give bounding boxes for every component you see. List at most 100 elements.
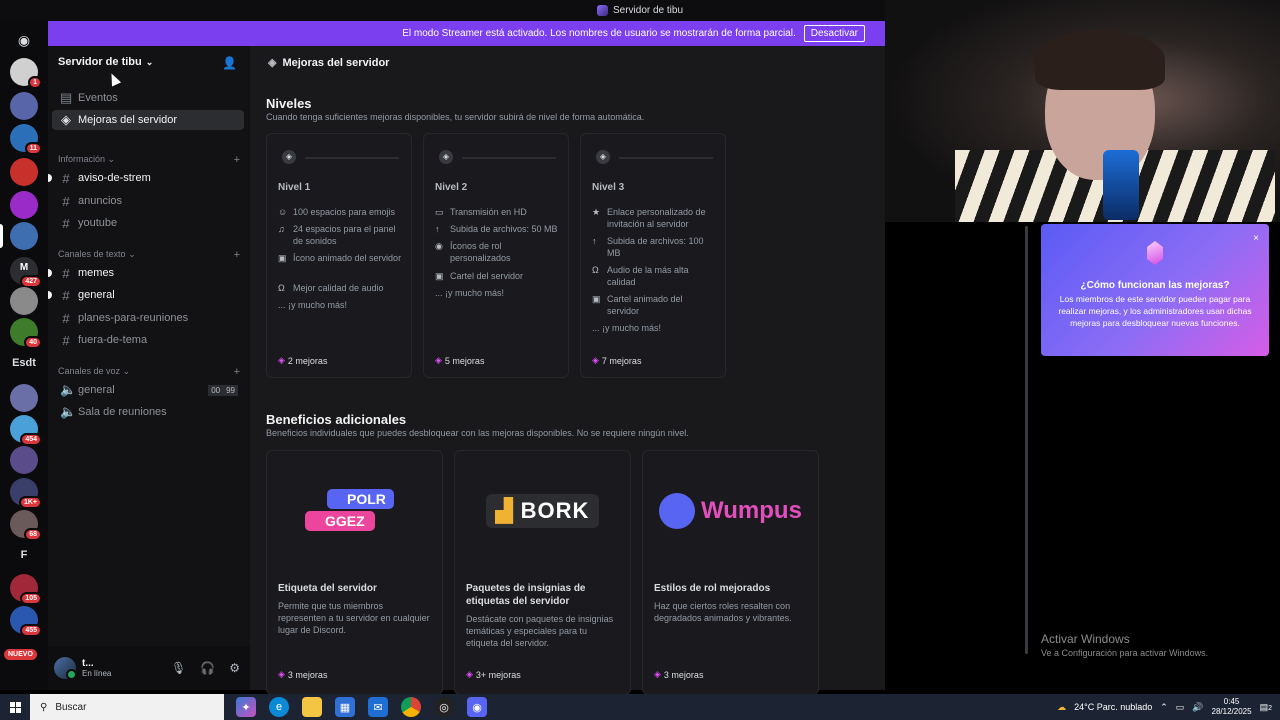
headphones-icon[interactable]: 🎧 <box>200 661 215 675</box>
category-header[interactable]: Canales de texto ⌄ + <box>58 249 240 261</box>
more-perks: ... ¡y mucho más! <box>435 288 505 298</box>
sidebar-item-boosts[interactable]: ◈ Mejoras del servidor <box>52 110 244 130</box>
channel-item[interactable]: # planes-para-reuniones <box>52 308 244 328</box>
add-channel-icon[interactable]: + <box>234 366 240 378</box>
level-divider <box>462 157 556 159</box>
channel-item[interactable]: # aviso-de-strem <box>52 168 244 188</box>
boost-gem-icon: ◈ <box>654 669 661 679</box>
avatar[interactable] <box>54 657 77 680</box>
store-icon[interactable]: ▦ <box>335 697 355 717</box>
server-icon[interactable]: 455 <box>10 606 42 637</box>
level-divider <box>305 157 399 159</box>
server-icon[interactable] <box>10 92 38 120</box>
text-channel-icon: # <box>62 287 70 303</box>
benefit-card: Wumpus Estilos de rol mejorados Haz que … <box>642 450 819 695</box>
channel-item[interactable]: # anuncios <box>52 191 244 211</box>
server-icon[interactable] <box>10 222 38 250</box>
server-icon[interactable]: 1K+ <box>10 478 42 509</box>
server-icon[interactable]: 454 <box>10 415 42 446</box>
webcam-hair <box>1035 30 1165 90</box>
close-icon[interactable]: × <box>1253 233 1259 244</box>
server-name-dropdown[interactable]: Servidor de tibu ⌄ <box>58 56 153 68</box>
channel-item[interactable]: # youtube <box>52 213 244 233</box>
chrome-icon[interactable] <box>401 697 421 717</box>
wumpus-icon <box>659 493 696 529</box>
upload-icon: ↑ <box>435 224 440 234</box>
perk-item: Ω Audio de la más alta calidad <box>592 265 689 287</box>
add-member-icon[interactable]: 👤 <box>222 56 237 70</box>
boost-count: ◈ 5 mejoras <box>435 355 485 366</box>
server-icon[interactable]: 40 <box>10 318 42 349</box>
server-icon[interactable] <box>10 287 38 315</box>
copilot-icon[interactable]: ✦ <box>236 697 256 717</box>
image-icon: ▣ <box>278 253 287 263</box>
upload-icon: ↑ <box>592 236 597 246</box>
server-icon[interactable]: 1 <box>10 58 42 89</box>
perk-item: ↑ Subida de archivos: 100 MB <box>592 236 704 258</box>
windows-activation-watermark: Activar Windows Ve a Configuración para … <box>1041 632 1209 658</box>
notification-icon[interactable]: ▤2 <box>1260 702 1272 713</box>
voice-channel-item[interactable]: 🔈 Sala de reuniones <box>52 402 244 422</box>
server-icon[interactable] <box>10 446 38 474</box>
file-explorer-icon[interactable] <box>302 697 322 717</box>
clock[interactable]: 0:45 28/12/2025 <box>1212 697 1252 717</box>
taskbar-search[interactable]: ⚲ Buscar <box>30 694 224 720</box>
user-status: En línea <box>82 669 112 678</box>
discord-taskbar-icon[interactable]: ◉ <box>467 697 487 717</box>
sidebar-item-events[interactable]: ▤ Eventos <box>52 88 244 108</box>
add-channel-icon[interactable]: + <box>234 154 240 166</box>
boost-gem-icon: ◈ <box>596 150 610 164</box>
calendar-icon: ▤ <box>60 90 73 105</box>
boost-gem-icon: ◈ <box>61 112 71 127</box>
speaker-icon[interactable]: 🔊 <box>1192 702 1203 713</box>
voice-channel-item[interactable]: 🔈 general 00 99 <box>52 380 244 400</box>
obs-icon[interactable]: ◎ <box>434 697 454 717</box>
category-header[interactable]: Canales de voz ⌄ + <box>58 366 240 378</box>
server-text-icon[interactable]: Esdt <box>0 357 48 369</box>
gear-icon[interactable]: ⚙ <box>229 661 240 675</box>
dog-icon: ▟ <box>495 498 521 523</box>
channel-sidebar: Servidor de tibu ⌄ 👤 ▤ Eventos ◈ Mejoras… <box>48 46 250 690</box>
disable-streamer-button[interactable]: Desactivar <box>803 25 865 42</box>
perk-item: ☺ 100 espacios para emojis <box>278 207 396 217</box>
benefit-description: Destácate con paquetes de insignias temá… <box>466 614 614 648</box>
channel-item[interactable]: # fuera-de-tema <box>52 330 244 350</box>
server-text-icon[interactable]: F <box>0 549 48 561</box>
mention-badge: 40 <box>24 336 42 349</box>
add-channel-icon[interactable]: + <box>234 249 240 261</box>
server-icon[interactable]: M 427 <box>10 257 42 288</box>
mail-icon[interactable]: ✉ <box>368 697 388 717</box>
scrollbar[interactable] <box>1025 226 1028 654</box>
discord-home-icon[interactable]: ◉ <box>10 26 38 54</box>
edge-icon[interactable]: e <box>269 697 289 717</box>
channel-item[interactable]: # memes <box>52 263 244 283</box>
server-icon[interactable]: 68 <box>10 510 42 541</box>
benefit-title: Paquetes de insignias de etiquetas del s… <box>466 583 586 607</box>
microphone-icon[interactable]: 🎙 <box>171 661 186 675</box>
boost-gem-icon: ◈ <box>435 355 442 365</box>
network-icon[interactable]: ▭ <box>1176 702 1185 713</box>
boost-gem-icon: ◈ <box>466 669 473 679</box>
benefit-card: ▟ BORK Paquetes de insignias de etiqueta… <box>454 450 631 695</box>
chevron-down-icon: ⌄ <box>122 366 131 376</box>
chevron-down-icon: ⌄ <box>107 154 116 164</box>
screen-share-icon: ▭ <box>435 207 444 217</box>
text-channel-icon: # <box>62 332 70 348</box>
soundboard-icon: ♫ <box>278 224 285 234</box>
channel-item[interactable]: # general <box>52 285 244 305</box>
category-header[interactable]: Información ⌄ + <box>58 154 240 166</box>
chevron-up-icon[interactable]: ⌃ <box>1160 702 1168 713</box>
weather-text[interactable]: 24°C Parc. nublado <box>1074 702 1152 712</box>
perk-item: ◉ Íconos de rol personalizados <box>435 241 511 263</box>
start-button[interactable] <box>0 694 30 720</box>
perk-item: Ω Mejor calidad de audio <box>278 283 384 293</box>
server-icon[interactable] <box>10 384 38 412</box>
server-icon[interactable]: 11 <box>10 124 42 155</box>
server-icon[interactable]: 105 <box>10 574 42 605</box>
levels-subtitle: Cuando tenga suficientes mejoras disponi… <box>266 112 645 122</box>
more-perks: ... ¡y mucho más! <box>592 323 662 333</box>
server-icon[interactable] <box>10 158 38 186</box>
page-title: Mejoras del servidor <box>282 56 390 69</box>
mention-badge: 455 <box>20 624 42 637</box>
server-icon[interactable] <box>10 191 38 219</box>
